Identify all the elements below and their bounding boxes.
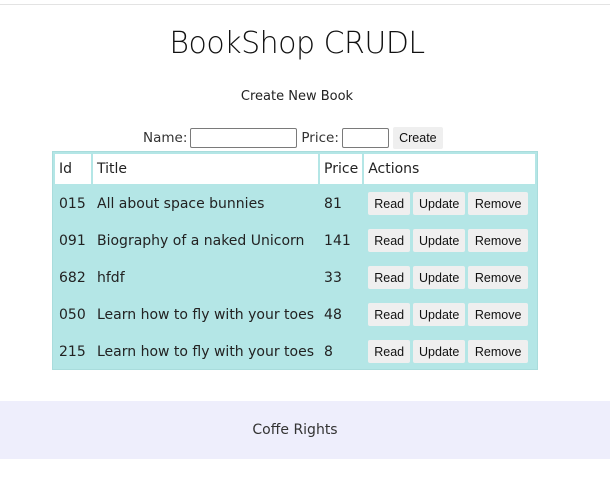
- update-button[interactable]: Update: [413, 266, 466, 289]
- remove-button[interactable]: Remove: [468, 192, 529, 215]
- remove-button[interactable]: Remove: [468, 340, 529, 363]
- books-table-container: Id Title Price Actions 015 All about spa…: [52, 151, 538, 370]
- book-title-cell: Learn how to fly with your toes: [97, 306, 315, 323]
- page-footer: Coffe Rights: [0, 401, 610, 459]
- book-id-cell: 091: [59, 232, 86, 249]
- price-input[interactable]: [341, 128, 389, 148]
- column-header-title: Title: [93, 154, 319, 184]
- book-price-cell: 48: [324, 306, 342, 323]
- footer-text: Coffe Rights: [252, 422, 338, 438]
- read-button[interactable]: Read: [368, 266, 411, 289]
- book-price-cell: 81: [324, 195, 342, 212]
- book-title-cell: Biography of a naked Unicorn: [97, 232, 305, 249]
- book-id-cell: 215: [59, 343, 86, 360]
- update-button[interactable]: Update: [413, 340, 466, 363]
- top-divider: [0, 4, 610, 5]
- book-title-cell: All about space bunnies: [97, 195, 265, 212]
- book-actions-cell: Read Update Remove: [364, 223, 535, 258]
- column-header-price: Price: [320, 154, 363, 184]
- name-input[interactable]: [190, 128, 298, 148]
- table-header-row: Id Title Price Actions: [55, 154, 535, 184]
- update-button[interactable]: Update: [413, 303, 466, 326]
- table-row: 215 Learn how to fly with your toes 8 Re…: [55, 334, 535, 369]
- book-title-cell: Learn how to fly with your toes: [97, 343, 315, 360]
- create-section-heading: Create New Book: [240, 89, 354, 104]
- book-actions-cell: Read Update Remove: [364, 334, 535, 369]
- column-header-id: Id: [55, 154, 91, 184]
- column-header-actions: Actions: [364, 154, 535, 184]
- remove-button[interactable]: Remove: [468, 266, 529, 289]
- book-title-cell: hfdf: [97, 269, 125, 286]
- read-button[interactable]: Read: [368, 303, 411, 326]
- book-price-cell: 141: [324, 232, 351, 249]
- price-label: Price:: [301, 130, 339, 146]
- read-button[interactable]: Read: [368, 340, 411, 363]
- table-row: 091 Biography of a naked Unicorn 141 Rea…: [55, 223, 535, 258]
- book-actions-cell: Read Update Remove: [364, 260, 535, 295]
- book-price-cell: 33: [324, 269, 342, 286]
- book-id-cell: 015: [59, 195, 86, 212]
- book-actions-cell: Read Update Remove: [364, 186, 535, 221]
- table-row: 050 Learn how to fly with your toes 48 R…: [55, 297, 535, 332]
- name-label: Name:: [143, 130, 188, 146]
- create-button[interactable]: Create: [392, 127, 443, 149]
- table-row: 015 All about space bunnies 81 Read Upda…: [55, 186, 535, 221]
- book-actions-cell: Read Update Remove: [364, 297, 535, 332]
- read-button[interactable]: Read: [368, 229, 411, 252]
- create-book-form: Name: Price: Create: [143, 127, 443, 149]
- page-title: BookShop CRUDL: [169, 26, 425, 61]
- remove-button[interactable]: Remove: [468, 229, 529, 252]
- book-price-cell: 8: [324, 343, 333, 360]
- book-id-cell: 682: [59, 269, 86, 286]
- remove-button[interactable]: Remove: [468, 303, 529, 326]
- update-button[interactable]: Update: [413, 192, 466, 215]
- read-button[interactable]: Read: [368, 192, 411, 215]
- update-button[interactable]: Update: [413, 229, 466, 252]
- table-row: 682 hfdf 33 Read Update Remove: [55, 260, 535, 295]
- book-id-cell: 050: [59, 306, 86, 323]
- books-table: Id Title Price Actions 015 All about spa…: [53, 152, 537, 371]
